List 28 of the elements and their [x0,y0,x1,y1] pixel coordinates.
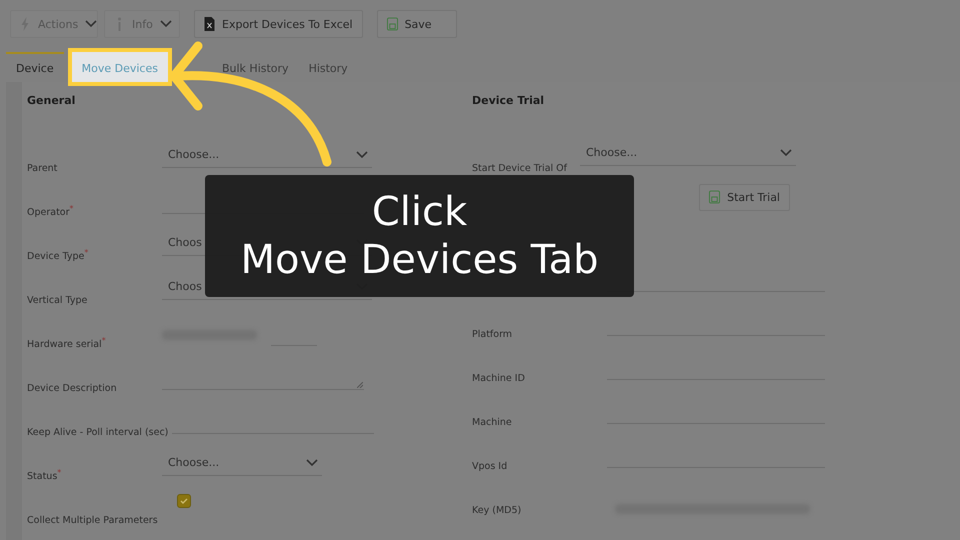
caption-text: Move Devices Tab [240,236,599,284]
field-label: Platform [472,329,514,342]
caption-text: Click [372,188,468,236]
tab[interactable]: History [298,52,358,82]
tab[interactable]: Move Devices [72,52,168,82]
field-label: Status$^{*}$ [27,468,62,484]
field-label: Operator$^{*}$ [27,204,74,220]
field-label: Key (MD5) [472,505,522,518]
select-field[interactable]: Choose... [162,148,372,168]
field-label: Machine [472,417,513,430]
field-label: Device Type$^{*}$ [27,248,90,264]
select-field[interactable]: Choose... [162,456,322,476]
field-label: Collect Multiple Parameters [27,515,159,528]
toolbar-button[interactable]: Save [376,10,457,38]
section-title: Device Trial [472,93,546,109]
field-label: Hardware serial$^{*}$ [27,336,107,352]
field-label: Start Device Trial Of [472,163,568,176]
field-label: Vpos Id [472,461,508,474]
tab[interactable]: Bulk History [212,52,299,82]
section-title: General [27,93,76,109]
start-trial-button[interactable]: Start Trial [699,184,790,210]
select-field[interactable]: Choose... [580,146,796,166]
toolbar-button[interactable]: Export Devices To Excel [194,10,363,38]
field-label: Parent [27,163,58,176]
field-label: Vertical Type [27,295,88,308]
field-label: Keep Alive - Poll interval (sec) [27,427,170,440]
field-label: Machine ID [472,373,526,386]
field-label: Device Description [27,383,118,396]
